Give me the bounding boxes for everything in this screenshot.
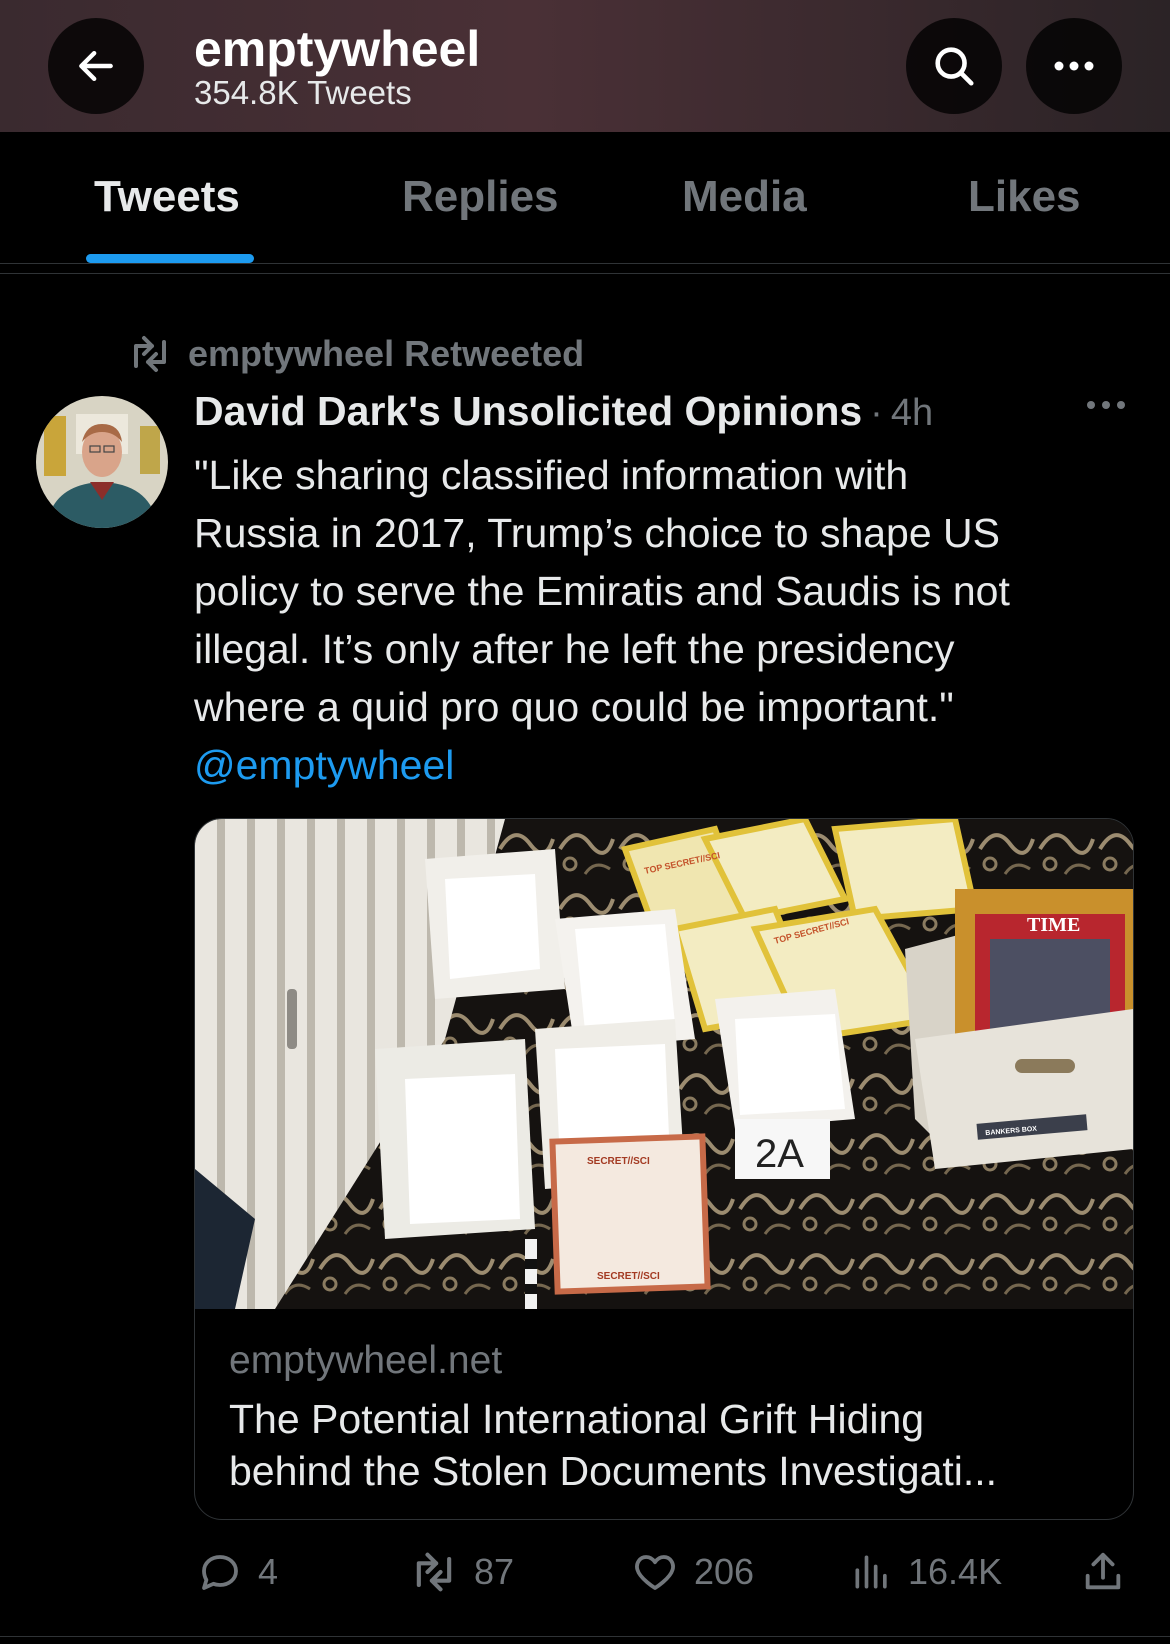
profile-tabs: Tweets Replies Media Likes <box>0 132 1170 264</box>
profile-name: emptywheel <box>194 21 481 77</box>
link-card-domain: emptywheel.net <box>229 1339 503 1382</box>
tab-likes[interactable]: Likes <box>968 172 1081 222</box>
tab-tweets[interactable]: Tweets <box>94 172 240 222</box>
cover-secret-label: SECRET//SCI <box>597 1271 660 1282</box>
tweet-text-line: illegal. It’s only after he left the pre… <box>194 626 955 672</box>
tab-media[interactable]: Media <box>682 172 807 222</box>
tab-replies[interactable]: Replies <box>402 172 559 222</box>
evidence-tag: 2A <box>755 1132 804 1176</box>
share-button[interactable] <box>1080 1540 1126 1604</box>
view-count: 16.4K <box>908 1551 1003 1592</box>
profile-header: emptywheel 354.8K Tweets <box>0 0 1170 132</box>
tweet-text-line: policy to serve the Emiratis and Saudis … <box>194 568 1010 614</box>
views-button[interactable]: 16.4K <box>850 1540 1002 1604</box>
magazine-label: TIME <box>1027 914 1080 936</box>
link-card-title: The Potential International Grift Hiding… <box>229 1393 1109 1497</box>
more-horizontal-icon <box>1087 401 1125 409</box>
retweet-button[interactable]: 87 <box>408 1540 514 1604</box>
tweet-divider <box>0 1636 1170 1637</box>
tweet-author-row: David Dark's Unsolicited Opinions · 4h <box>194 388 933 440</box>
link-card[interactable]: TOP SECRET//SCI TOP SECRET//SCI SECRET//… <box>194 818 1134 1520</box>
heart-icon <box>635 1555 675 1590</box>
retweet-count: 87 <box>474 1551 515 1592</box>
back-button[interactable] <box>48 18 144 114</box>
reply-button[interactable]: 4 <box>196 1540 278 1604</box>
separator-dot: · <box>870 392 883 434</box>
reply-icon <box>202 1555 238 1590</box>
arrow-left-icon <box>79 50 113 82</box>
more-button[interactable] <box>1026 18 1122 114</box>
tweet-text-line: Russia in 2017, Trump’s choice to shape … <box>194 510 1001 556</box>
tweet-body: "Like sharing classified information wit… <box>194 446 1124 736</box>
author-avatar[interactable] <box>36 396 168 528</box>
tweet-timestamp[interactable]: 4h <box>891 392 933 435</box>
avatar-photo <box>36 396 168 528</box>
share-icon <box>1085 1552 1121 1590</box>
active-tab-indicator <box>86 254 254 263</box>
mention-link[interactable]: @emptywheel <box>194 736 454 794</box>
tweet-count: 354.8K Tweets <box>194 74 412 111</box>
link-card-title-line: The Potential International Grift Hiding <box>229 1396 925 1442</box>
tabs-divider <box>0 263 1170 264</box>
link-card-title-line: behind the Stolen Documents Investigati.… <box>229 1448 998 1494</box>
tabs-divider-secondary <box>0 273 1170 274</box>
tweet-text-line: where a quid pro quo could be important.… <box>194 684 954 730</box>
reply-count: 4 <box>258 1551 279 1592</box>
more-horizontal-icon <box>1054 61 1094 71</box>
tweet-actions: 4 87 206 16.4K <box>0 1540 1170 1604</box>
cover-secret-label: SECRET//SCI <box>587 1156 650 1167</box>
search-button[interactable] <box>906 18 1002 114</box>
views-icon <box>855 1555 887 1589</box>
search-icon <box>935 47 974 86</box>
author-name[interactable]: David Dark's Unsolicited Opinions <box>194 388 862 435</box>
tweet-more-button[interactable] <box>1084 398 1128 417</box>
retweet-icon <box>416 1552 452 1592</box>
retweet-label: emptywheel Retweeted <box>188 333 585 374</box>
tweet-text-line: "Like sharing classified information wit… <box>194 452 909 498</box>
retweet-context[interactable]: emptywheel Retweeted <box>126 326 584 382</box>
like-count: 206 <box>694 1551 755 1592</box>
like-button[interactable]: 206 <box>630 1540 754 1604</box>
link-card-image: TOP SECRET//SCI TOP SECRET//SCI SECRET//… <box>195 819 1133 1309</box>
retweet-icon <box>134 336 166 372</box>
